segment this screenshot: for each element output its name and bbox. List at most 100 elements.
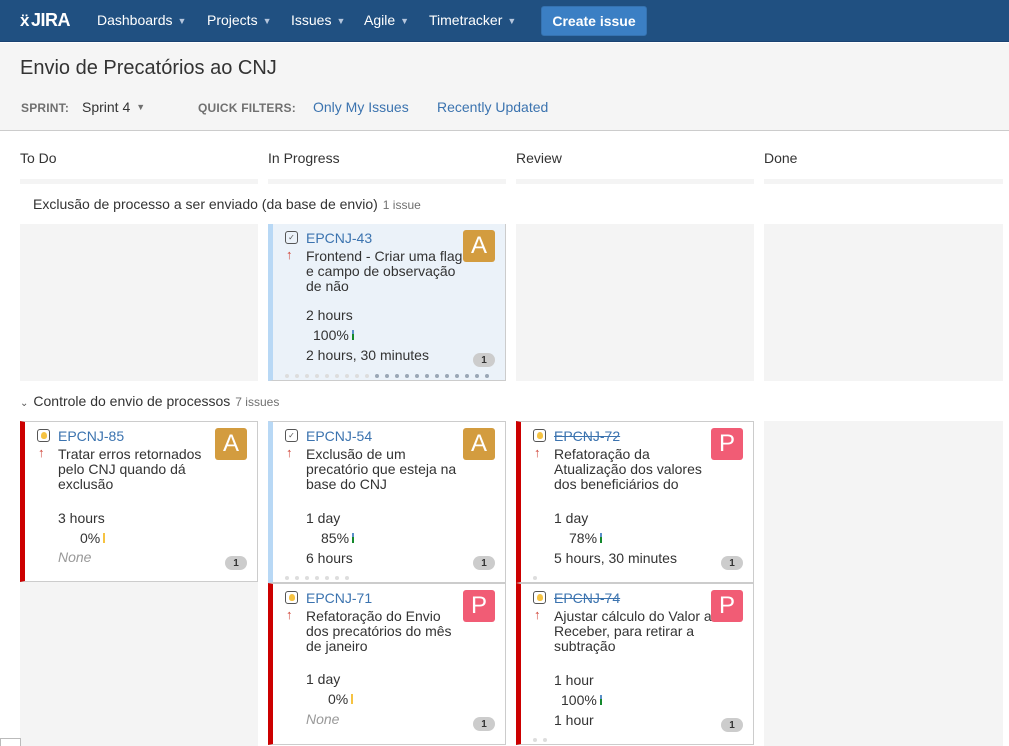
- column-header-in-progress: In Progress: [268, 150, 340, 166]
- assignee-avatar[interactable]: P: [711, 590, 743, 622]
- column-cell: [764, 421, 1003, 746]
- progress-percent: 78%: [569, 530, 603, 546]
- column-divider: [268, 179, 506, 184]
- caret-down-icon: ▼: [400, 16, 410, 26]
- progress-bar: [351, 694, 354, 704]
- assignee-avatar[interactable]: P: [463, 590, 495, 622]
- sprint-dropdown[interactable]: Sprint 4 ▼: [82, 99, 145, 115]
- jira-logo[interactable]: ẍ JIRA: [20, 10, 70, 31]
- quick-filters-label: QUICK FILTERS:: [198, 101, 296, 115]
- page-title: Envio de Precatórios ao CNJ: [20, 57, 277, 79]
- column-cell: [764, 224, 1003, 381]
- issue-key-link[interactable]: EPCNJ-72: [554, 428, 620, 444]
- priority-high-icon: ↑: [286, 445, 293, 460]
- swimlane-header[interactable]: ⌄ Controle do envio de processos 7 issue…: [20, 393, 279, 409]
- column-divider: [764, 179, 1003, 184]
- issue-key-link[interactable]: EPCNJ-43: [306, 230, 372, 246]
- create-issue-button[interactable]: Create issue: [541, 6, 647, 36]
- nav-timetracker[interactable]: Timetracker ▼: [429, 12, 516, 28]
- remaining-estimate: 5 hours, 30 minutes: [554, 550, 677, 566]
- days-in-column-indicator: [533, 738, 547, 742]
- issue-card[interactable]: ↑ EPCNJ-72 Refatoração da Atualização do…: [516, 421, 754, 583]
- issue-key-link[interactable]: EPCNJ-71: [306, 590, 372, 606]
- issue-summary: Refatoração do Envio dos precatórios do …: [306, 608, 452, 654]
- column-divider: [516, 179, 754, 184]
- sprint-label: SPRINT:: [21, 101, 70, 115]
- progress-bar: [351, 330, 354, 340]
- priority-high-icon: ↑: [286, 247, 293, 262]
- nav-agile[interactable]: Agile ▼: [364, 12, 409, 28]
- priority-high-icon: ↑: [286, 607, 293, 622]
- progress-bar: [352, 533, 355, 543]
- issue-card[interactable]: ↑ EPCNJ-85 Tratar erros retornados pelo …: [20, 421, 258, 582]
- assignee-avatar[interactable]: A: [463, 428, 495, 460]
- assignee-avatar[interactable]: A: [215, 428, 247, 460]
- issue-summary: Ajustar cálculo do Valor a Receber, para…: [554, 608, 712, 654]
- progress-bar: [600, 533, 603, 543]
- issue-card[interactable]: ↑ EPCNJ-71 Refatoração do Envio dos prec…: [268, 583, 506, 745]
- top-navigation-bar: ẍ JIRA Dashboards ▼ Projects ▼ Issues ▼ Agi…: [0, 0, 1009, 42]
- progress-percent: 85%: [321, 530, 355, 546]
- subtask-count-badge: 1: [721, 556, 743, 570]
- remaining-estimate: None: [306, 711, 340, 727]
- column-cell: [516, 224, 754, 381]
- subtask-count-badge: 1: [473, 556, 495, 570]
- column-header-to-do: To Do: [20, 150, 57, 166]
- issue-key-link[interactable]: EPCNJ-85: [58, 428, 124, 444]
- issue-summary: Frontend - Criar uma flag e campo de obs…: [306, 248, 463, 294]
- progress-percent: 0%: [80, 530, 106, 546]
- subtask-count-badge: 1: [225, 556, 247, 570]
- assignee-avatar[interactable]: P: [711, 428, 743, 460]
- progress-bar: [103, 533, 106, 543]
- issue-card[interactable]: ✓ ↑ EPCNJ-54 Exclusão de um precatório q…: [268, 421, 506, 583]
- original-estimate: 1 day: [306, 671, 341, 687]
- issue-summary: Tratar erros retornados pelo CNJ quando …: [58, 446, 202, 492]
- remaining-estimate: 1 hour: [554, 712, 594, 728]
- column-header-review: Review: [516, 150, 562, 166]
- original-estimate: 3 hours: [58, 510, 105, 526]
- caret-down-icon: ▼: [507, 16, 517, 26]
- improvement-icon: [285, 591, 298, 604]
- original-estimate: 1 day: [306, 510, 341, 526]
- original-estimate: 1 day: [554, 510, 589, 526]
- task-icon: ✓: [285, 429, 298, 442]
- task-icon: ✓: [285, 231, 298, 244]
- remaining-estimate: None: [58, 549, 92, 565]
- swimlane-header[interactable]: Exclusão de processo a ser enviado (da b…: [33, 196, 421, 212]
- nav-issues[interactable]: Issues ▼: [291, 12, 345, 28]
- issue-card[interactable]: ✓ ↑ EPCNJ-43 Frontend - Criar uma flag e…: [268, 224, 506, 381]
- improvement-icon: [533, 429, 546, 442]
- nav-projects[interactable]: Projects ▼: [207, 12, 272, 28]
- subtask-count-badge: 1: [473, 717, 495, 731]
- subtask-count-badge: 1: [473, 353, 495, 367]
- quick-filter-only-my-issues[interactable]: Only My Issues: [313, 99, 409, 115]
- caret-down-icon: ▼: [262, 16, 272, 26]
- priority-high-icon: ↑: [534, 607, 541, 622]
- issue-key-link[interactable]: EPCNJ-74: [554, 590, 620, 606]
- remaining-estimate: 2 hours, 30 minutes: [306, 347, 429, 363]
- subtask-count-badge: 1: [721, 718, 743, 732]
- progress-percent: 100%: [561, 692, 602, 708]
- priority-high-icon: ↑: [534, 445, 541, 460]
- priority-high-icon: ↑: [38, 445, 45, 460]
- column-header-done: Done: [764, 150, 798, 166]
- issue-card[interactable]: ↑ EPCNJ-74 Ajustar cálculo do Valor a Re…: [516, 583, 754, 745]
- quick-filter-recently-updated[interactable]: Recently Updated: [437, 99, 548, 115]
- issue-count: 1 issue: [382, 198, 421, 212]
- assignee-avatar[interactable]: A: [463, 230, 495, 262]
- chevron-down-icon[interactable]: ⌄: [20, 398, 28, 409]
- days-in-column-indicator: [533, 576, 537, 580]
- sidebar-toggle-button[interactable]: [0, 738, 21, 746]
- board-header: Envio de Precatórios ao CNJ SPRINT: Spri…: [0, 43, 1009, 131]
- improvement-icon: [37, 429, 50, 442]
- caret-down-icon: ▼: [177, 16, 187, 26]
- nav-dashboards[interactable]: Dashboards ▼: [97, 12, 186, 28]
- issue-count: 7 issues: [235, 395, 280, 409]
- issue-key-link[interactable]: EPCNJ-54: [306, 428, 372, 444]
- progress-percent: 0%: [328, 691, 354, 707]
- caret-down-icon: ▼: [336, 16, 346, 26]
- issue-summary: Refatoração da Atualização dos valores d…: [554, 446, 702, 492]
- jira-logo-icon: ẍ: [20, 10, 29, 30]
- days-in-column-indicator: [285, 374, 489, 378]
- column-cell: [20, 224, 258, 381]
